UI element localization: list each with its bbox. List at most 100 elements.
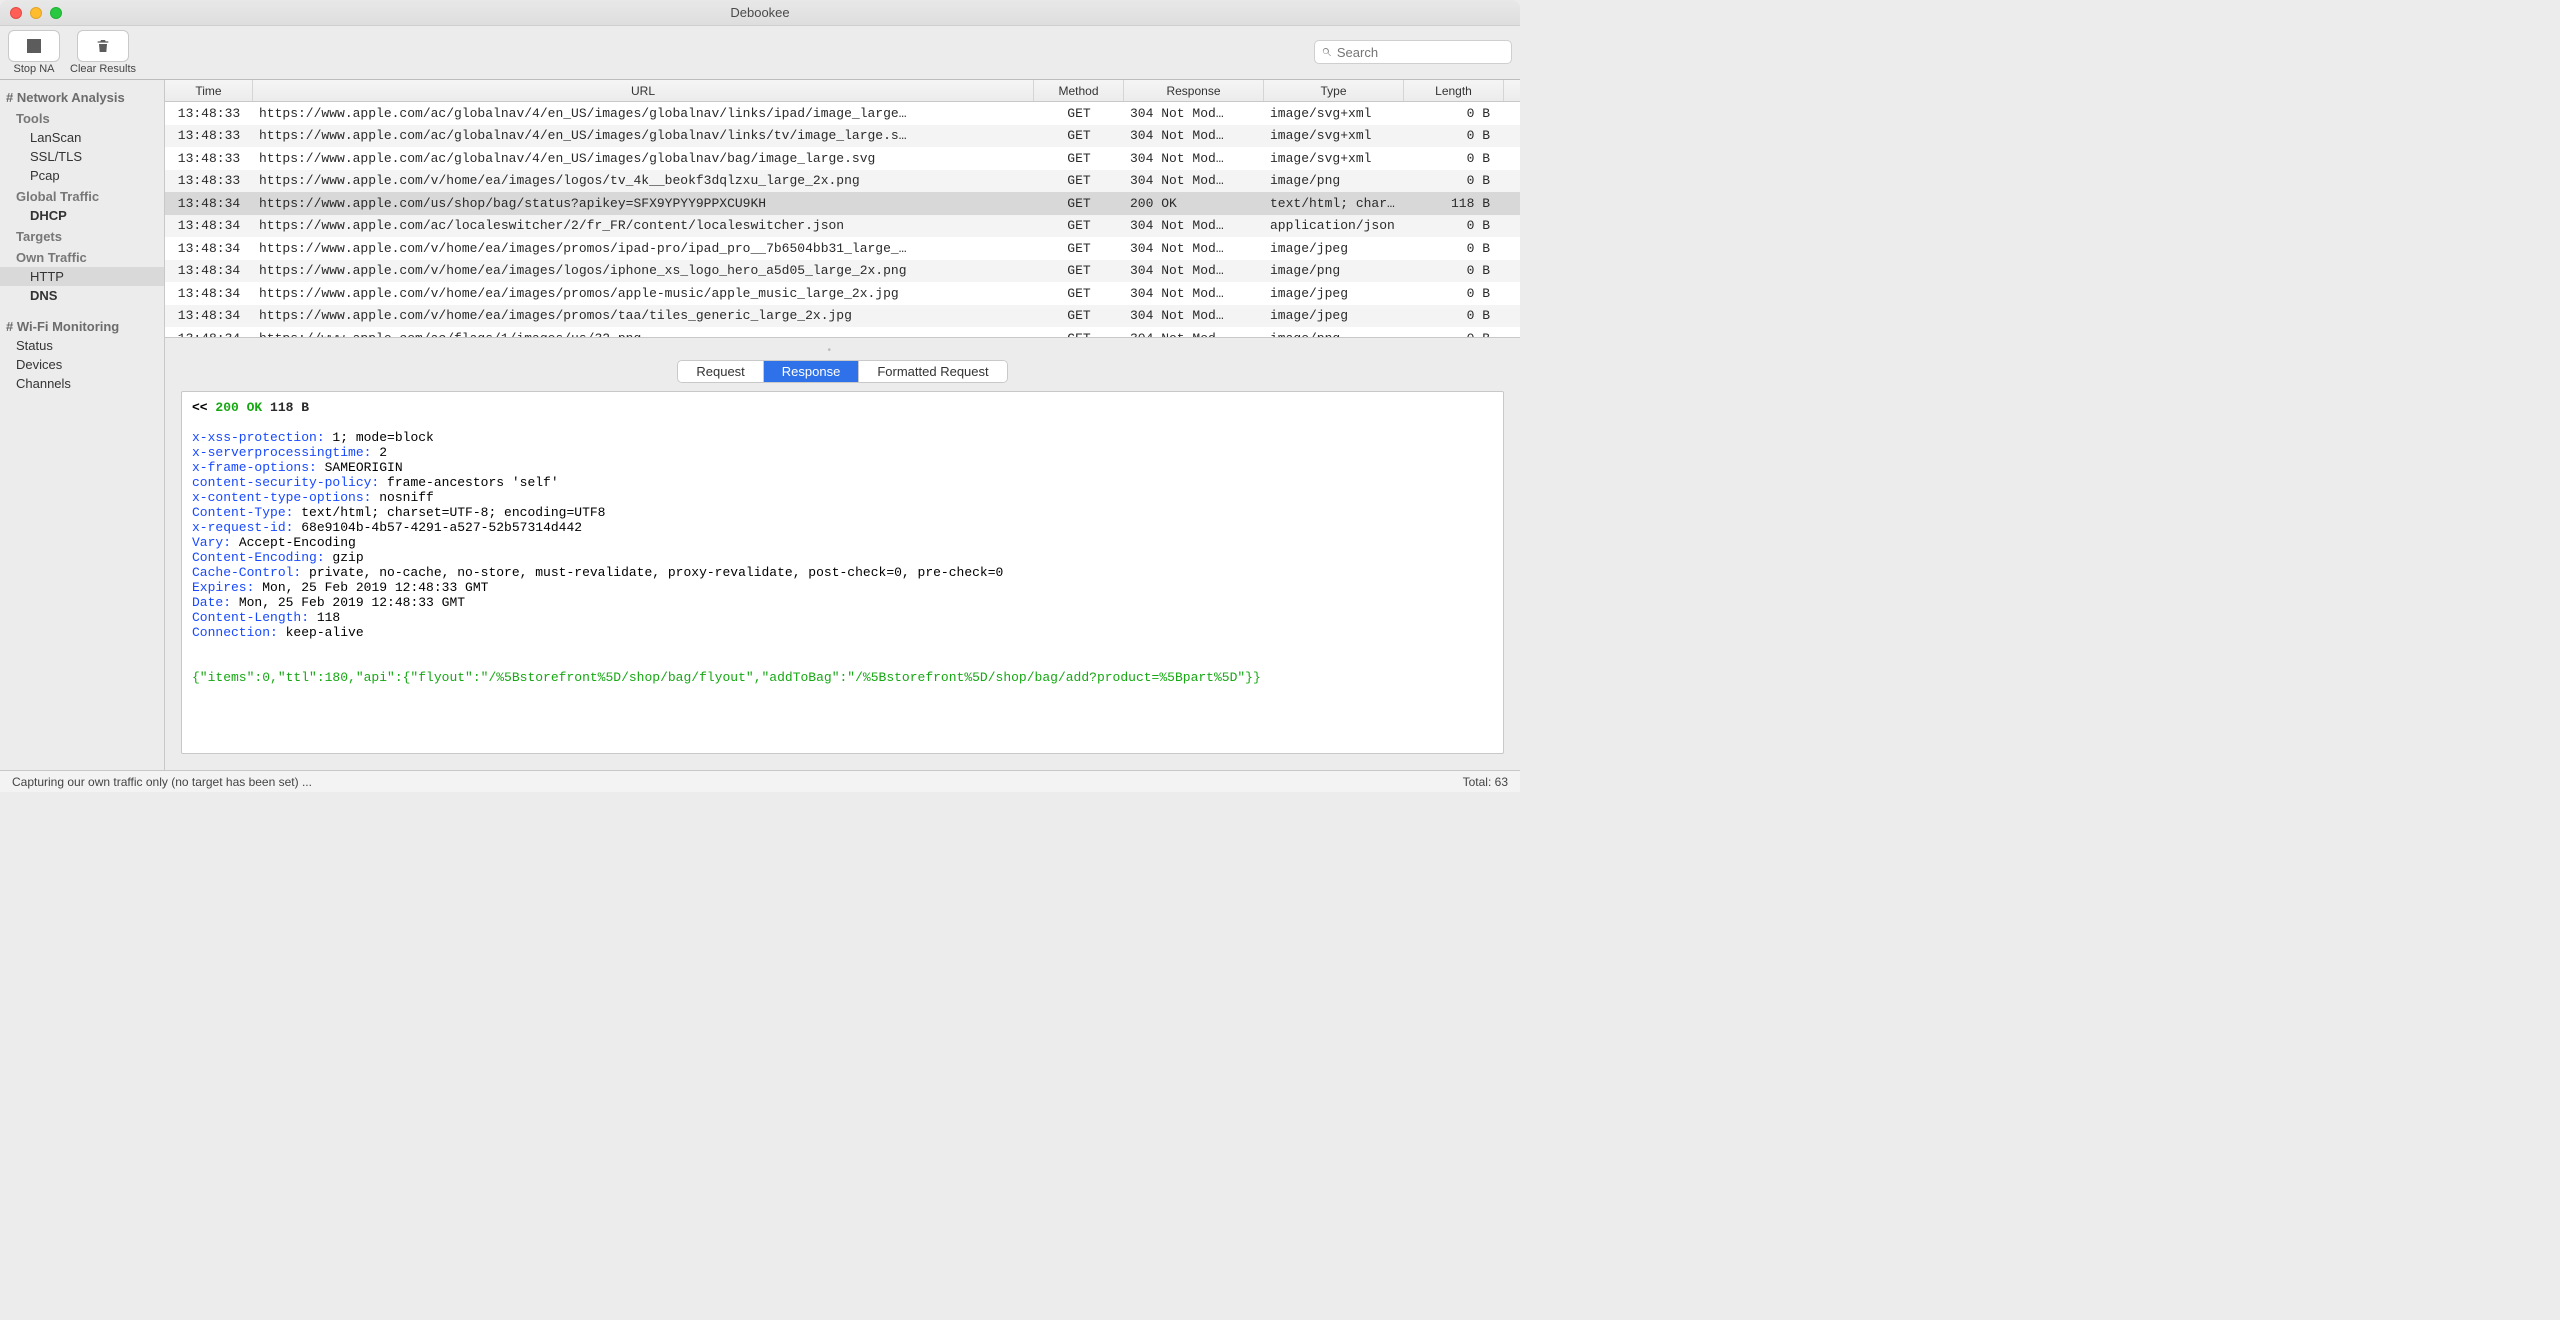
cell-c-type: text/html; char…	[1264, 196, 1404, 211]
cell-c-time: 13:48:34	[165, 196, 253, 211]
sidebar-section-wifi: # Wi-Fi Monitoring	[0, 315, 164, 336]
window-title: Debookee	[0, 5, 1520, 20]
cell-c-resp: 304 Not Mod…	[1124, 331, 1264, 337]
cell-c-resp: 304 Not Mod…	[1124, 218, 1264, 233]
stop-na-button[interactable]	[8, 30, 60, 62]
table-row[interactable]: 13:48:34https://www.apple.com/ac/flags/1…	[165, 327, 1520, 337]
cell-c-resp: 304 Not Mod…	[1124, 173, 1264, 188]
search-input[interactable]	[1337, 45, 1505, 60]
table-row[interactable]: 13:48:34https://www.apple.com/us/shop/ba…	[165, 192, 1520, 215]
table-row[interactable]: 13:48:34https://www.apple.com/v/home/ea/…	[165, 305, 1520, 328]
table-row[interactable]: 13:48:34https://www.apple.com/v/home/ea/…	[165, 260, 1520, 283]
cell-c-url: https://www.apple.com/v/home/ea/images/l…	[253, 263, 1034, 278]
cell-c-resp: 304 Not Mod…	[1124, 128, 1264, 143]
cell-c-time: 13:48:34	[165, 218, 253, 233]
th-url[interactable]: URL	[253, 80, 1034, 101]
statusbar: Capturing our own traffic only (no targe…	[0, 770, 1520, 792]
th-length[interactable]: Length	[1404, 80, 1504, 101]
cell-c-len: 118 B	[1404, 196, 1504, 211]
tab-request[interactable]: Request	[678, 361, 763, 382]
sidebar-group-tools: Tools	[0, 107, 164, 128]
clear-results-label: Clear Results	[70, 63, 136, 75]
table-row[interactable]: 13:48:33https://www.apple.com/ac/globaln…	[165, 125, 1520, 148]
sidebar-item-tools-1[interactable]: SSL/TLS	[0, 147, 164, 166]
cell-c-method: GET	[1034, 331, 1124, 337]
th-response[interactable]: Response	[1124, 80, 1264, 101]
clear-results-tool: Clear Results	[70, 30, 136, 75]
stop-icon	[27, 39, 41, 53]
cell-c-time: 13:48:34	[165, 331, 253, 337]
table-row[interactable]: 13:48:34https://www.apple.com/v/home/ea/…	[165, 282, 1520, 305]
cell-c-url: https://www.apple.com/ac/localeswitcher/…	[253, 218, 1034, 233]
cell-c-len: 0 B	[1404, 286, 1504, 301]
search-field-wrap[interactable]	[1314, 40, 1512, 64]
cell-c-resp: 200 OK	[1124, 196, 1264, 211]
cell-c-type: application/json	[1264, 218, 1404, 233]
sidebar-section-network: # Network Analysis	[0, 86, 164, 107]
clear-results-button[interactable]	[77, 30, 129, 62]
search-icon	[1321, 46, 1333, 59]
sidebar-item-own-0[interactable]: HTTP	[0, 267, 164, 286]
cell-c-url: https://www.apple.com/v/home/ea/images/p…	[253, 308, 1034, 323]
sidebar: # Network Analysis Tools LanScanSSL/TLSP…	[0, 80, 165, 770]
stop-na-label: Stop NA	[14, 63, 55, 75]
app-window: Debookee Stop NA Clear Results # Network…	[0, 0, 1520, 792]
cell-c-resp: 304 Not Mod…	[1124, 286, 1264, 301]
trash-icon	[95, 37, 111, 55]
split-handle[interactable]	[165, 338, 1520, 346]
cell-c-type: image/png	[1264, 263, 1404, 278]
cell-c-method: GET	[1034, 196, 1124, 211]
sidebar-item-wifi-1[interactable]: Devices	[0, 355, 164, 374]
cell-c-url: https://www.apple.com/ac/flags/1/images/…	[253, 331, 1034, 337]
cell-c-len: 0 B	[1404, 173, 1504, 188]
cell-c-type: image/png	[1264, 331, 1404, 337]
stop-na-tool: Stop NA	[8, 30, 60, 75]
cell-c-type: image/jpeg	[1264, 308, 1404, 323]
cell-c-url: https://www.apple.com/v/home/ea/images/l…	[253, 173, 1034, 188]
cell-c-method: GET	[1034, 308, 1124, 323]
cell-c-resp: 304 Not Mod…	[1124, 308, 1264, 323]
th-type[interactable]: Type	[1264, 80, 1404, 101]
cell-c-method: GET	[1034, 106, 1124, 121]
table-row[interactable]: 13:48:33https://www.apple.com/v/home/ea/…	[165, 170, 1520, 193]
table-row[interactable]: 13:48:33https://www.apple.com/ac/globaln…	[165, 102, 1520, 125]
sidebar-item-wifi-2[interactable]: Channels	[0, 374, 164, 393]
http-table: Time URL Method Response Type Length 13:…	[165, 80, 1520, 338]
cell-c-url: https://www.apple.com/ac/globalnav/4/en_…	[253, 106, 1034, 121]
cell-c-time: 13:48:34	[165, 286, 253, 301]
th-method[interactable]: Method	[1034, 80, 1124, 101]
sidebar-item-own-1[interactable]: DNS	[0, 286, 164, 305]
sidebar-item-tools-2[interactable]: Pcap	[0, 166, 164, 185]
sidebar-item-global-0[interactable]: DHCP	[0, 206, 164, 225]
table-row[interactable]: 13:48:33https://www.apple.com/ac/globaln…	[165, 147, 1520, 170]
cell-c-time: 13:48:34	[165, 263, 253, 278]
titlebar: Debookee	[0, 0, 1520, 26]
th-time[interactable]: Time	[165, 80, 253, 101]
cell-c-resp: 304 Not Mod…	[1124, 106, 1264, 121]
cell-c-len: 0 B	[1404, 128, 1504, 143]
cell-c-resp: 304 Not Mod…	[1124, 241, 1264, 256]
cell-c-time: 13:48:33	[165, 106, 253, 121]
cell-c-len: 0 B	[1404, 106, 1504, 121]
sidebar-group-global: Global Traffic	[0, 185, 164, 206]
cell-c-url: https://www.apple.com/ac/globalnav/4/en_…	[253, 128, 1034, 143]
cell-c-url: https://www.apple.com/us/shop/bag/status…	[253, 196, 1034, 211]
tab-formatted-request[interactable]: Formatted Request	[859, 361, 1006, 382]
cell-c-resp: 304 Not Mod…	[1124, 151, 1264, 166]
tab-response[interactable]: Response	[764, 361, 860, 382]
sidebar-item-wifi-0[interactable]: Status	[0, 336, 164, 355]
cell-c-method: GET	[1034, 151, 1124, 166]
table-body[interactable]: 13:48:33https://www.apple.com/ac/globaln…	[165, 102, 1520, 337]
table-row[interactable]: 13:48:34https://www.apple.com/v/home/ea/…	[165, 237, 1520, 260]
cell-c-type: image/svg+xml	[1264, 128, 1404, 143]
cell-c-url: https://www.apple.com/v/home/ea/images/p…	[253, 286, 1034, 301]
cell-c-method: GET	[1034, 128, 1124, 143]
content: Time URL Method Response Type Length 13:…	[165, 80, 1520, 770]
cell-c-type: image/jpeg	[1264, 241, 1404, 256]
status-left: Capturing our own traffic only (no targe…	[12, 775, 312, 789]
toolbar: Stop NA Clear Results	[0, 26, 1520, 80]
sidebar-item-tools-0[interactable]: LanScan	[0, 128, 164, 147]
detail-pane[interactable]: << 200 OK 118 B x-xss-protection: 1; mod…	[181, 391, 1504, 754]
table-row[interactable]: 13:48:34https://www.apple.com/ac/locales…	[165, 215, 1520, 238]
cell-c-method: GET	[1034, 218, 1124, 233]
